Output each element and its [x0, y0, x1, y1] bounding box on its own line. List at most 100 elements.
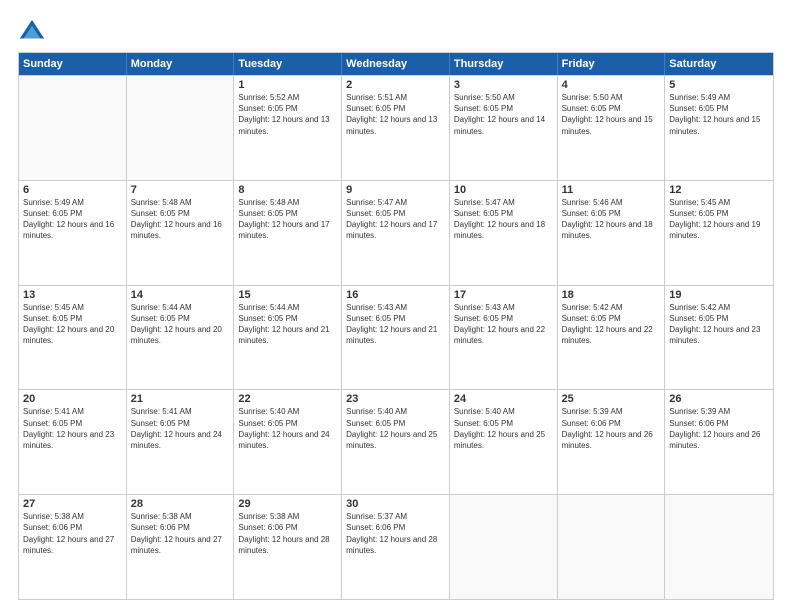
cell-day-number: 20 [23, 393, 122, 405]
cell-sun-info: Sunrise: 5:50 AM Sunset: 6:05 PM Dayligh… [562, 92, 661, 137]
cell-day-number: 22 [238, 393, 337, 405]
calendar-week-1: 1Sunrise: 5:52 AM Sunset: 6:05 PM Daylig… [19, 75, 773, 180]
calendar-cell: 4Sunrise: 5:50 AM Sunset: 6:05 PM Daylig… [558, 76, 666, 180]
cell-sun-info: Sunrise: 5:41 AM Sunset: 6:05 PM Dayligh… [131, 406, 230, 451]
cell-sun-info: Sunrise: 5:45 AM Sunset: 6:05 PM Dayligh… [669, 197, 769, 242]
cell-sun-info: Sunrise: 5:43 AM Sunset: 6:05 PM Dayligh… [454, 302, 553, 347]
calendar-cell: 17Sunrise: 5:43 AM Sunset: 6:05 PM Dayli… [450, 286, 558, 390]
page: SundayMondayTuesdayWednesdayThursdayFrid… [0, 0, 792, 612]
calendar-cell: 26Sunrise: 5:39 AM Sunset: 6:06 PM Dayli… [665, 390, 773, 494]
calendar-cell: 24Sunrise: 5:40 AM Sunset: 6:05 PM Dayli… [450, 390, 558, 494]
calendar-cell: 6Sunrise: 5:49 AM Sunset: 6:05 PM Daylig… [19, 181, 127, 285]
calendar-header-cell: Thursday [450, 53, 558, 75]
calendar-cell: 3Sunrise: 5:50 AM Sunset: 6:05 PM Daylig… [450, 76, 558, 180]
calendar-cell: 28Sunrise: 5:38 AM Sunset: 6:06 PM Dayli… [127, 495, 235, 599]
calendar-cell: 15Sunrise: 5:44 AM Sunset: 6:05 PM Dayli… [234, 286, 342, 390]
calendar-cell: 22Sunrise: 5:40 AM Sunset: 6:05 PM Dayli… [234, 390, 342, 494]
calendar-cell [450, 495, 558, 599]
calendar-cell [665, 495, 773, 599]
calendar-cell: 12Sunrise: 5:45 AM Sunset: 6:05 PM Dayli… [665, 181, 773, 285]
cell-day-number: 2 [346, 79, 445, 91]
calendar-body: 1Sunrise: 5:52 AM Sunset: 6:05 PM Daylig… [19, 75, 773, 599]
cell-day-number: 24 [454, 393, 553, 405]
cell-sun-info: Sunrise: 5:44 AM Sunset: 6:05 PM Dayligh… [238, 302, 337, 347]
calendar-cell: 27Sunrise: 5:38 AM Sunset: 6:06 PM Dayli… [19, 495, 127, 599]
cell-day-number: 1 [238, 79, 337, 91]
calendar-week-4: 20Sunrise: 5:41 AM Sunset: 6:05 PM Dayli… [19, 389, 773, 494]
logo-icon [18, 18, 46, 46]
calendar-cell: 13Sunrise: 5:45 AM Sunset: 6:05 PM Dayli… [19, 286, 127, 390]
calendar-cell: 16Sunrise: 5:43 AM Sunset: 6:05 PM Dayli… [342, 286, 450, 390]
cell-sun-info: Sunrise: 5:49 AM Sunset: 6:05 PM Dayligh… [23, 197, 122, 242]
calendar-header-cell: Monday [127, 53, 235, 75]
cell-day-number: 17 [454, 289, 553, 301]
calendar-cell: 19Sunrise: 5:42 AM Sunset: 6:05 PM Dayli… [665, 286, 773, 390]
cell-day-number: 10 [454, 184, 553, 196]
calendar: SundayMondayTuesdayWednesdayThursdayFrid… [18, 52, 774, 600]
calendar-week-3: 13Sunrise: 5:45 AM Sunset: 6:05 PM Dayli… [19, 285, 773, 390]
cell-sun-info: Sunrise: 5:42 AM Sunset: 6:05 PM Dayligh… [669, 302, 769, 347]
calendar-header-cell: Wednesday [342, 53, 450, 75]
calendar-cell: 29Sunrise: 5:38 AM Sunset: 6:06 PM Dayli… [234, 495, 342, 599]
cell-sun-info: Sunrise: 5:41 AM Sunset: 6:05 PM Dayligh… [23, 406, 122, 451]
cell-sun-info: Sunrise: 5:42 AM Sunset: 6:05 PM Dayligh… [562, 302, 661, 347]
cell-day-number: 13 [23, 289, 122, 301]
cell-sun-info: Sunrise: 5:38 AM Sunset: 6:06 PM Dayligh… [23, 511, 122, 556]
logo [18, 18, 50, 46]
cell-sun-info: Sunrise: 5:37 AM Sunset: 6:06 PM Dayligh… [346, 511, 445, 556]
cell-day-number: 3 [454, 79, 553, 91]
calendar-cell: 20Sunrise: 5:41 AM Sunset: 6:05 PM Dayli… [19, 390, 127, 494]
calendar-header-cell: Friday [558, 53, 666, 75]
calendar-cell: 23Sunrise: 5:40 AM Sunset: 6:05 PM Dayli… [342, 390, 450, 494]
cell-day-number: 30 [346, 498, 445, 510]
cell-sun-info: Sunrise: 5:50 AM Sunset: 6:05 PM Dayligh… [454, 92, 553, 137]
cell-sun-info: Sunrise: 5:48 AM Sunset: 6:05 PM Dayligh… [131, 197, 230, 242]
cell-day-number: 15 [238, 289, 337, 301]
cell-sun-info: Sunrise: 5:38 AM Sunset: 6:06 PM Dayligh… [238, 511, 337, 556]
cell-sun-info: Sunrise: 5:38 AM Sunset: 6:06 PM Dayligh… [131, 511, 230, 556]
cell-sun-info: Sunrise: 5:39 AM Sunset: 6:06 PM Dayligh… [669, 406, 769, 451]
cell-sun-info: Sunrise: 5:40 AM Sunset: 6:05 PM Dayligh… [238, 406, 337, 451]
cell-day-number: 8 [238, 184, 337, 196]
calendar-cell: 25Sunrise: 5:39 AM Sunset: 6:06 PM Dayli… [558, 390, 666, 494]
calendar-cell: 2Sunrise: 5:51 AM Sunset: 6:05 PM Daylig… [342, 76, 450, 180]
cell-day-number: 23 [346, 393, 445, 405]
cell-day-number: 5 [669, 79, 769, 91]
cell-day-number: 7 [131, 184, 230, 196]
calendar-cell: 7Sunrise: 5:48 AM Sunset: 6:05 PM Daylig… [127, 181, 235, 285]
cell-day-number: 26 [669, 393, 769, 405]
calendar-cell: 1Sunrise: 5:52 AM Sunset: 6:05 PM Daylig… [234, 76, 342, 180]
calendar-cell: 21Sunrise: 5:41 AM Sunset: 6:05 PM Dayli… [127, 390, 235, 494]
cell-sun-info: Sunrise: 5:43 AM Sunset: 6:05 PM Dayligh… [346, 302, 445, 347]
cell-sun-info: Sunrise: 5:48 AM Sunset: 6:05 PM Dayligh… [238, 197, 337, 242]
cell-day-number: 14 [131, 289, 230, 301]
calendar-cell: 11Sunrise: 5:46 AM Sunset: 6:05 PM Dayli… [558, 181, 666, 285]
calendar-header-cell: Tuesday [234, 53, 342, 75]
cell-sun-info: Sunrise: 5:47 AM Sunset: 6:05 PM Dayligh… [454, 197, 553, 242]
cell-day-number: 9 [346, 184, 445, 196]
cell-sun-info: Sunrise: 5:46 AM Sunset: 6:05 PM Dayligh… [562, 197, 661, 242]
calendar-cell: 18Sunrise: 5:42 AM Sunset: 6:05 PM Dayli… [558, 286, 666, 390]
calendar-cell: 10Sunrise: 5:47 AM Sunset: 6:05 PM Dayli… [450, 181, 558, 285]
calendar-cell: 9Sunrise: 5:47 AM Sunset: 6:05 PM Daylig… [342, 181, 450, 285]
calendar-cell: 5Sunrise: 5:49 AM Sunset: 6:05 PM Daylig… [665, 76, 773, 180]
cell-day-number: 6 [23, 184, 122, 196]
calendar-header-cell: Saturday [665, 53, 773, 75]
calendar-cell [558, 495, 666, 599]
cell-sun-info: Sunrise: 5:52 AM Sunset: 6:05 PM Dayligh… [238, 92, 337, 137]
cell-sun-info: Sunrise: 5:40 AM Sunset: 6:05 PM Dayligh… [346, 406, 445, 451]
calendar-cell [127, 76, 235, 180]
calendar-header-row: SundayMondayTuesdayWednesdayThursdayFrid… [19, 53, 773, 75]
cell-day-number: 11 [562, 184, 661, 196]
cell-sun-info: Sunrise: 5:44 AM Sunset: 6:05 PM Dayligh… [131, 302, 230, 347]
calendar-cell: 8Sunrise: 5:48 AM Sunset: 6:05 PM Daylig… [234, 181, 342, 285]
cell-day-number: 29 [238, 498, 337, 510]
cell-day-number: 12 [669, 184, 769, 196]
cell-sun-info: Sunrise: 5:51 AM Sunset: 6:05 PM Dayligh… [346, 92, 445, 137]
cell-sun-info: Sunrise: 5:47 AM Sunset: 6:05 PM Dayligh… [346, 197, 445, 242]
cell-day-number: 19 [669, 289, 769, 301]
calendar-week-5: 27Sunrise: 5:38 AM Sunset: 6:06 PM Dayli… [19, 494, 773, 599]
cell-day-number: 25 [562, 393, 661, 405]
cell-day-number: 18 [562, 289, 661, 301]
cell-sun-info: Sunrise: 5:40 AM Sunset: 6:05 PM Dayligh… [454, 406, 553, 451]
